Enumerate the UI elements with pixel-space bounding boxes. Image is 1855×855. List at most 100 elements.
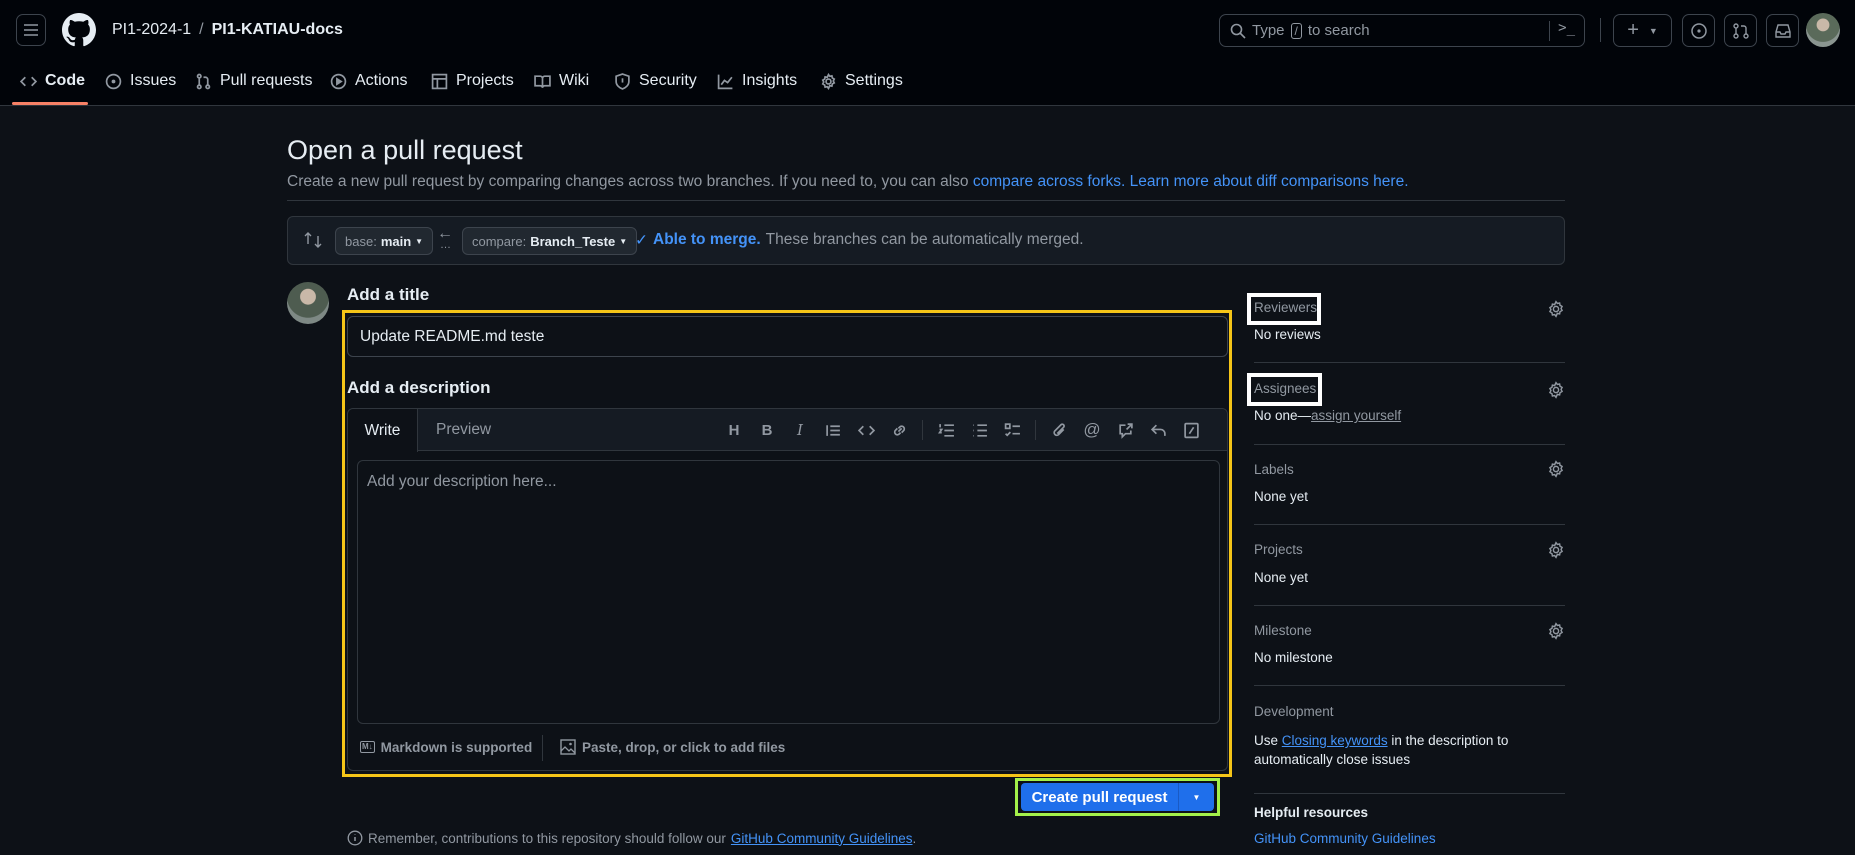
caret-down-icon: ▼ xyxy=(1648,25,1658,36)
sidebar-community-guidelines-link[interactable]: GitHub Community Guidelines xyxy=(1254,831,1436,846)
italic-icon[interactable]: I xyxy=(790,420,810,440)
footer-divider xyxy=(542,735,543,761)
helpful-resources-label: Helpful resources xyxy=(1254,805,1369,820)
github-logo[interactable] xyxy=(62,13,96,47)
pull-requests-button[interactable] xyxy=(1724,14,1757,47)
title-input[interactable]: Update README.md teste xyxy=(347,316,1228,357)
breadcrumb-owner[interactable]: PI1-2024-1 xyxy=(112,21,191,39)
base-label: base: xyxy=(345,233,377,249)
unordered-list-icon[interactable] xyxy=(969,420,989,440)
description-editor: Write Preview H B I @ Add your descripti… xyxy=(347,408,1228,771)
description-label: Add a description xyxy=(347,378,491,397)
compare-across-forks-link[interactable]: compare across forks. xyxy=(973,173,1125,190)
sidebar-divider xyxy=(1254,362,1565,363)
tab-label: Actions xyxy=(355,72,408,89)
tab-security[interactable]: Security xyxy=(614,68,697,94)
tab-preview[interactable]: Preview xyxy=(436,421,491,439)
labels-gear-icon[interactable] xyxy=(1547,460,1565,478)
projects-label[interactable]: Projects xyxy=(1254,542,1303,557)
tab-wiki[interactable]: Wiki xyxy=(534,68,589,94)
milestone-gear-icon[interactable] xyxy=(1547,622,1565,640)
tab-pull-requests[interactable]: Pull requests xyxy=(195,68,313,94)
ordered-list-icon[interactable] xyxy=(936,420,956,440)
development-text-line2: automatically close issues xyxy=(1254,752,1411,767)
cross-reference-icon[interactable] xyxy=(1115,420,1135,440)
tab-projects[interactable]: Projects xyxy=(431,68,514,94)
link-icon[interactable] xyxy=(889,420,909,440)
sidebar-divider xyxy=(1254,793,1565,794)
create-new-button[interactable]: + ▼ xyxy=(1613,14,1672,47)
task-list-icon[interactable] xyxy=(1002,420,1022,440)
graph-icon xyxy=(717,74,733,89)
tab-write[interactable]: Write xyxy=(348,409,418,452)
compare-value: Branch_Teste xyxy=(530,233,616,249)
tab-actions[interactable]: Actions xyxy=(330,68,407,94)
compare-bar: base: main ▼ ← … compare: Branch_Teste ▼ ✓ A… xyxy=(287,216,1565,265)
hamburger-menu-button[interactable] xyxy=(16,14,46,46)
global-header: PI1-2024-1 / PI1-KATIAU-docs Type / to s… xyxy=(0,0,1855,106)
assignees-none: No one— xyxy=(1254,408,1312,423)
search-icon xyxy=(1230,23,1246,39)
closing-keywords-link[interactable]: Closing keywords xyxy=(1282,733,1388,748)
tab-label: Issues xyxy=(130,72,177,89)
description-textarea[interactable]: Add your description here... xyxy=(357,460,1220,724)
merge-status: ✓ Able to merge. These branches can be a… xyxy=(635,231,1084,250)
search-input[interactable]: Type / to search >_ xyxy=(1219,14,1585,47)
attach-files-button[interactable]: Paste, drop, or click to add files xyxy=(560,729,785,765)
reviewers-gear-icon[interactable] xyxy=(1547,300,1565,318)
breadcrumb-separator: / xyxy=(199,21,204,38)
milestone-label[interactable]: Milestone xyxy=(1254,623,1312,638)
avatar[interactable] xyxy=(1806,13,1840,47)
search-shortcut-key: / xyxy=(1290,22,1302,39)
tab-settings[interactable]: Settings xyxy=(820,68,903,94)
attach-note: Paste, drop, or click to add files xyxy=(582,739,786,755)
command-palette-icon[interactable]: >_ xyxy=(1558,20,1575,36)
bold-icon[interactable]: B xyxy=(757,420,777,440)
assignees-gear-icon[interactable] xyxy=(1547,381,1565,399)
tab-label: Security xyxy=(639,72,697,89)
heading-icon[interactable]: H xyxy=(724,420,744,440)
page-title: Open a pull request xyxy=(287,135,523,165)
create-options-dropdown[interactable]: ▼ xyxy=(1179,793,1214,802)
code-icon[interactable] xyxy=(856,420,876,440)
assign-yourself-link[interactable]: assign yourself xyxy=(1311,408,1401,423)
base-value: main xyxy=(380,233,412,249)
sidebar-divider xyxy=(1254,605,1565,606)
milestone-value: No milestone xyxy=(1254,650,1333,665)
labels-label[interactable]: Labels xyxy=(1254,462,1294,477)
reviewers-label[interactable]: Reviewers xyxy=(1254,300,1317,315)
subtitle-text: Create a new pull request by comparing c… xyxy=(287,173,969,190)
learn-more-link[interactable]: Learn more about diff comparisons here. xyxy=(1130,173,1409,190)
tab-label: Settings xyxy=(845,72,903,89)
issues-button[interactable] xyxy=(1682,14,1715,47)
assignees-label[interactable]: Assignees xyxy=(1254,381,1316,396)
tab-label: Pull requests xyxy=(220,72,313,89)
community-guidelines-link[interactable]: GitHub Community Guidelines xyxy=(731,831,913,846)
tab-code[interactable]: Code xyxy=(20,68,85,94)
tab-label: Projects xyxy=(456,72,514,89)
merge-status-detail: These branches can be automatically merg… xyxy=(765,231,1084,248)
development-label: Development xyxy=(1254,704,1334,719)
play-icon xyxy=(330,73,347,89)
base-branch-select[interactable]: base: main ▼ xyxy=(335,227,434,255)
tab-issues[interactable]: Issues xyxy=(105,68,176,94)
mention-icon[interactable]: @ xyxy=(1082,420,1102,440)
assignees-value: No one—assign yourself xyxy=(1254,408,1401,423)
caret-down-icon: ▼ xyxy=(619,236,628,246)
sidebar-divider xyxy=(1254,524,1565,525)
breadcrumb-repo[interactable]: PI1-KATIAU-docs xyxy=(212,21,343,39)
inbox-button[interactable] xyxy=(1766,14,1799,47)
slash-commands-icon[interactable] xyxy=(1181,420,1201,440)
create-pull-request-button[interactable]: Create pull request xyxy=(1021,789,1178,806)
markdown-icon: M↓ xyxy=(360,741,375,753)
ellipsis-icon: … xyxy=(440,239,451,251)
tab-insights[interactable]: Insights xyxy=(717,68,797,94)
attach-icon[interactable] xyxy=(1049,420,1069,440)
quote-icon[interactable] xyxy=(823,420,843,440)
projects-gear-icon[interactable] xyxy=(1547,541,1565,559)
page-subtitle: Create a new pull request by comparing c… xyxy=(287,173,1409,191)
markdown-supported-link[interactable]: M↓ Markdown is supported xyxy=(360,729,532,765)
breadcrumb: PI1-2024-1 / PI1-KATIAU-docs xyxy=(112,21,343,39)
reply-icon[interactable] xyxy=(1148,420,1168,440)
compare-branch-select[interactable]: compare: Branch_Teste ▼ xyxy=(462,227,638,255)
